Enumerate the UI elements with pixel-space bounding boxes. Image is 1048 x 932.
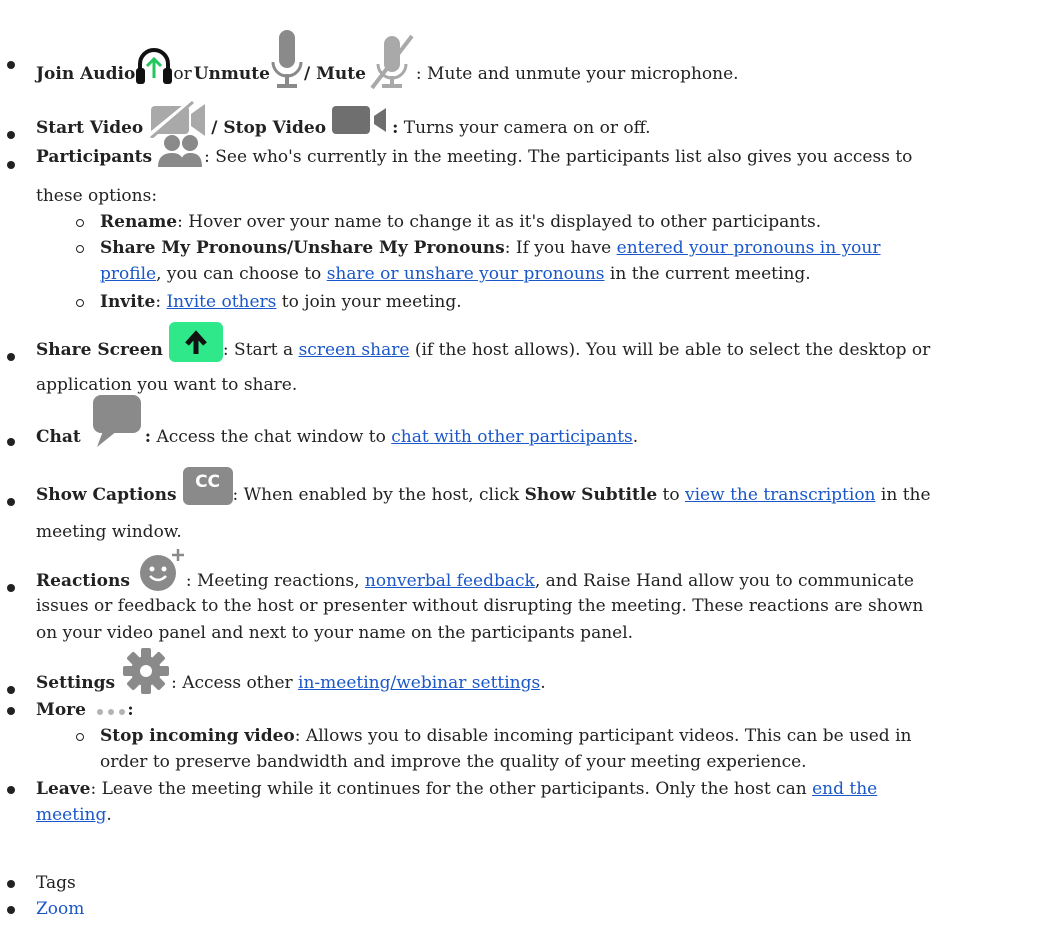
reactions-label: Reactions (36, 571, 130, 591)
microphone-muted-icon (366, 32, 416, 92)
sub-item-invite: Invite: Invite others to join your meeti… (76, 289, 1038, 316)
entered-pronouns-link[interactable]: entered your pronouns in your (617, 238, 881, 258)
chat-with-participants-link[interactable]: chat with other participants (391, 427, 633, 447)
pronouns-label: Share My Pronouns/Unshare My Pronouns (100, 238, 505, 258)
settings-description-1: : Access other (171, 673, 299, 693)
more-label: More (36, 700, 86, 720)
sub-item-pronouns: Share My Pronouns/Unshare My Pronouns: I… (76, 235, 1038, 262)
list-item-reactions: Reactions : Meeting reactions, nonverbal… (7, 547, 1038, 595)
show-captions-label: Show Captions (36, 485, 177, 505)
participants-icon (156, 133, 204, 167)
pronouns-description-2: , you can choose to (156, 264, 327, 284)
participants-description-1: : See who's currently in the meeting. Th… (204, 147, 913, 167)
list-item-captions: Show Captions CC : When enabled by the h… (7, 467, 1038, 509)
chat-description-1: Access the chat window to (151, 427, 392, 447)
list-item-share-screen: Share Screen : Start a screen share (if … (7, 322, 1038, 364)
video-camera-icon (332, 104, 392, 136)
more-colon: : (127, 700, 134, 720)
closed-captions-icon: CC (182, 467, 233, 505)
leave-line-2: meeting. (36, 802, 1038, 829)
chat-bubble-icon (89, 395, 145, 447)
share-screen-icon (168, 322, 223, 362)
tag-zoom-item: Zoom (7, 896, 1038, 923)
microphone-icon (270, 30, 304, 92)
nonverbal-feedback-link[interactable]: nonverbal feedback (365, 571, 535, 591)
screen-share-link[interactable]: screen share (299, 340, 410, 360)
participants-label: Participants (36, 147, 153, 167)
rename-description: : Hover over your name to change it as i… (177, 212, 822, 232)
end-meeting-link-2[interactable]: meeting (36, 805, 106, 825)
share-unshare-pronouns-link[interactable]: share or unshare your pronouns (327, 264, 605, 284)
stop-incoming-video-label: Stop incoming video (100, 726, 295, 746)
stop-incoming-video-description-2: order to preserve bandwidth and improve … (100, 752, 807, 772)
pronouns-description-3: in the current meeting. (604, 264, 811, 284)
reactions-description-4: on your video panel and next to your nam… (36, 623, 634, 643)
captions-description-4: meeting window. (36, 522, 182, 542)
show-subtitle-text: Show Subtitle (524, 485, 658, 505)
leave-label: Leave (36, 779, 91, 799)
share-screen-label: Share Screen (36, 340, 163, 360)
share-description-1: : Start a (222, 340, 299, 360)
list-item-more: More : (7, 697, 1038, 724)
profile-link[interactable]: profile (100, 264, 156, 284)
share-description-2: (if the host allows). You will be able t… (409, 340, 931, 360)
reactions-description-3: issues or feedback to the host or presen… (36, 596, 924, 616)
mute-label: / Mute (303, 64, 366, 84)
end-meeting-link-1[interactable]: end the (812, 779, 877, 799)
settings-description-2: . (540, 673, 546, 693)
invite-sep: : (155, 292, 167, 312)
audio-description: : Mute and unmute your microphone. (415, 64, 739, 84)
captions-description-3: in the (875, 485, 931, 505)
list-item-settings: Settings : Access other in-meeting/webin… (7, 647, 1038, 697)
reactions-description-1: : Meeting reactions, (185, 571, 365, 591)
or-text: or (173, 64, 192, 84)
meeting-settings-link[interactable]: in-meeting/webinar settings (298, 673, 540, 693)
invite-description: to join your meeting. (276, 292, 462, 312)
list-item-participants: Participants : See who's currently in th… (7, 133, 1038, 171)
reactions-description-2: , and Raise Hand allow you to communicat… (534, 571, 914, 591)
unmute-label: Unmute (193, 64, 270, 84)
tags-item: Tags (7, 870, 1038, 897)
participants-description-2: these options: (36, 186, 158, 206)
invite-label: Invite (100, 292, 156, 312)
chat-description-2: . (632, 427, 639, 447)
pronouns-description-1: : If you have (504, 238, 617, 258)
list-item-audio: Join Audio or Unmute / Mute: Mute and u… (7, 30, 1038, 92)
view-transcription-link[interactable]: view the transcription (685, 485, 876, 505)
leave-description-2: . (106, 805, 112, 825)
list-item-chat: Chat : Access the chat window to chat wi… (7, 395, 1038, 451)
sub-item-pronouns-cont: profile, you can choose to share or unsh… (100, 261, 1038, 288)
rename-label: Rename (100, 212, 178, 232)
list-item-leave: Leave: Leave the meeting while it contin… (7, 776, 1038, 803)
join-audio-label: Join Audio (36, 64, 136, 84)
invite-others-link[interactable]: Invite others (166, 292, 276, 312)
stop-incoming-video-description-1: : Allows you to disable incoming partici… (294, 726, 912, 746)
headphones-icon (135, 44, 173, 86)
sub-item-stop-incoming-video: Stop incoming video: Allows you to disab… (76, 723, 1038, 750)
cc-text: CC (182, 467, 233, 505)
leave-description-1: : Leave the meeting while it continues f… (90, 779, 813, 799)
settings-label: Settings (36, 673, 116, 693)
chat-label: Chat (36, 427, 81, 447)
gear-icon (121, 647, 171, 695)
captions-description-2: to (657, 485, 686, 505)
tag-zoom-link[interactable]: Zoom (36, 899, 84, 919)
sub-item-rename: Rename: Hover over your name to change i… (76, 209, 1038, 236)
video-off-icon (147, 98, 211, 138)
more-dots-icon (95, 697, 127, 724)
captions-description-1: : When enabled by the host, click (232, 485, 525, 505)
reaction-smiley-icon (138, 547, 186, 593)
tags-label: Tags (36, 873, 76, 893)
